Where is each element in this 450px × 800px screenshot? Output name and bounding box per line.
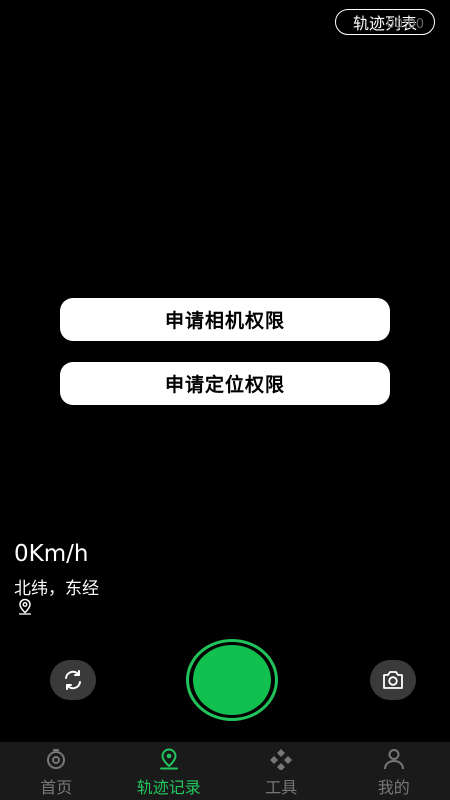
request-location-permission-label: 申请定位权限 xyxy=(164,374,285,396)
tab-profile-label: 我的 xyxy=(377,778,410,797)
coordinates-readout: 北纬，东经 xyxy=(14,579,99,599)
track-list-overlay-text: 00:00 xyxy=(386,17,424,32)
switch-camera-button[interactable] xyxy=(50,660,96,700)
record-button-core xyxy=(193,645,271,715)
track-list-button[interactable]: 轨迹列表 00:00 xyxy=(335,9,435,35)
tab-profile[interactable]: 我的 xyxy=(338,742,450,800)
profile-icon xyxy=(383,749,404,770)
request-camera-permission-button[interactable]: 申请相机权限 xyxy=(60,298,390,341)
tab-tools-label: 工具 xyxy=(265,778,298,797)
location-pin-icon xyxy=(159,748,178,770)
tab-tools[interactable]: 工具 xyxy=(225,742,338,800)
tab-home-label: 首页 xyxy=(40,778,73,797)
home-icon xyxy=(47,749,66,769)
bottom-tab-bar: 首页 轨迹记录 工具 我的 xyxy=(0,742,450,800)
tab-track-record-label: 轨迹记录 xyxy=(136,778,201,797)
tab-track-record[interactable]: 轨迹记录 xyxy=(113,742,226,800)
request-camera-permission-label: 申请相机权限 xyxy=(164,310,285,332)
camera-icon xyxy=(383,671,403,689)
tab-home[interactable]: 首页 xyxy=(0,742,113,800)
location-pin-icon xyxy=(19,598,31,615)
speed-readout: 0Km/h xyxy=(14,541,89,567)
record-button[interactable] xyxy=(186,639,278,721)
refresh-icon xyxy=(65,670,81,690)
request-location-permission-button[interactable]: 申请定位权限 xyxy=(60,362,390,405)
take-photo-button[interactable] xyxy=(370,660,416,700)
tools-icon xyxy=(270,749,293,770)
